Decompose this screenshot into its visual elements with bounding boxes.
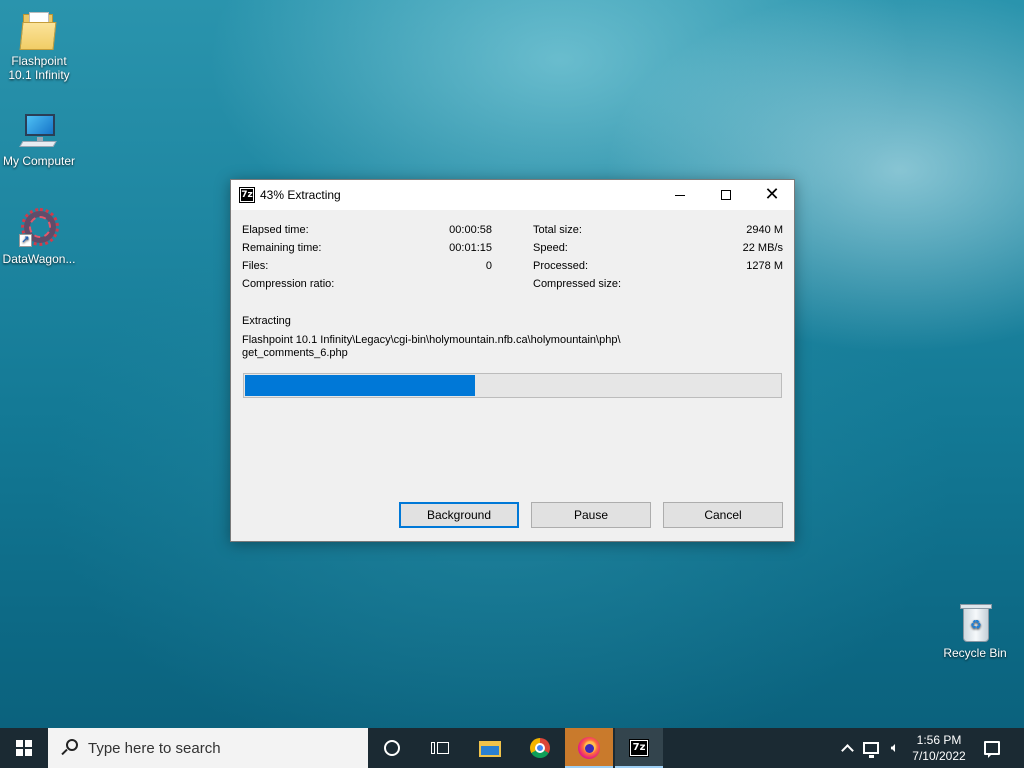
cortana-button[interactable] — [368, 728, 416, 768]
files-value: 0 — [485, 260, 492, 272]
chevron-up-icon — [840, 744, 854, 757]
background-button[interactable]: Background — [399, 502, 519, 528]
desktop-icon-my-computer[interactable]: My Computer — [0, 110, 78, 168]
desktop-icon-datawagon[interactable]: ↗ DataWagon... — [0, 208, 78, 266]
total-size-label: Total size: — [533, 224, 582, 236]
datawagon-icon: ↗ — [19, 208, 59, 248]
taskbar-chrome[interactable] — [516, 728, 564, 768]
action-center-button[interactable] — [978, 728, 1006, 768]
firefox-icon — [578, 737, 600, 759]
file-explorer-icon — [479, 739, 501, 757]
start-button[interactable] — [0, 728, 48, 768]
pause-button[interactable]: Pause — [531, 502, 651, 528]
show-hidden-icons-button[interactable] — [836, 728, 858, 768]
current-file-path-line2: get_comments_6.php — [242, 347, 348, 359]
search-box[interactable]: Type here to search — [48, 728, 368, 768]
computer-icon — [19, 110, 59, 150]
compression-ratio-label: Compression ratio: — [242, 278, 335, 290]
folder-icon — [19, 10, 59, 50]
recycle-bin-icon: ♻ — [955, 602, 995, 642]
processed-value: 1278 M — [746, 260, 783, 272]
cancel-button[interactable]: Cancel — [663, 502, 783, 528]
desktop-icon-label: Flashpoint 10.1 Infinity — [8, 54, 70, 82]
task-view-button[interactable] — [416, 728, 464, 768]
close-button[interactable]: ✕ — [749, 180, 795, 210]
total-size-value: 2940 M — [746, 224, 783, 236]
remaining-time-label: Remaining time: — [242, 242, 322, 254]
7zip-app-icon[interactable]: 7z — [239, 187, 255, 203]
desktop-icon-label: DataWagon... — [2, 252, 76, 266]
clock-time: 1:56 PM — [916, 733, 962, 747]
speed-label: Speed: — [533, 242, 568, 254]
search-icon — [60, 738, 80, 758]
notification-icon — [984, 741, 1000, 758]
taskbar-7zip[interactable]: 7z — [615, 728, 663, 768]
desktop-icon-label: My Computer — [2, 154, 76, 168]
minimize-button[interactable] — [657, 180, 703, 210]
maximize-icon — [721, 190, 731, 200]
shortcut-arrow-icon: ↗ — [19, 234, 32, 247]
window-title: 43% Extracting — [260, 188, 341, 202]
processed-label: Processed: — [533, 260, 589, 272]
cortana-icon — [384, 740, 400, 756]
progress-bar — [243, 373, 782, 398]
clock[interactable]: 1:56 PM 7/10/2022 — [900, 732, 978, 764]
compressed-size-label: Compressed size: — [533, 278, 622, 290]
desktop-icon-label: Recycle Bin — [943, 646, 1007, 660]
taskbar-file-explorer[interactable] — [466, 728, 514, 768]
minimize-icon — [675, 194, 685, 196]
clock-date: 7/10/2022 — [912, 749, 966, 763]
desktop-icon-recycle-bin[interactable]: ♻ Recycle Bin — [936, 602, 1014, 660]
desktop-icon-flashpoint[interactable]: Flashpoint 10.1 Infinity — [0, 10, 78, 82]
network-icon — [863, 742, 879, 758]
search-placeholder: Type here to search — [88, 739, 221, 757]
elapsed-time-label: Elapsed time: — [242, 224, 309, 236]
taskbar: Type here to search 7z 🔈︎ 1:56 PM 7/10/2… — [0, 728, 1024, 768]
speed-value: 22 MB/s — [742, 242, 783, 254]
chrome-icon — [530, 738, 550, 758]
elapsed-time-value: 00:00:58 — [449, 224, 492, 236]
operation-label: Extracting — [242, 315, 291, 327]
windows-logo-icon — [16, 740, 32, 756]
remaining-time-value: 00:01:15 — [449, 242, 492, 254]
maximize-button[interactable] — [703, 180, 749, 210]
close-icon: ✕ — [764, 184, 780, 205]
progress-fill — [245, 375, 475, 396]
7zip-icon: 7z — [629, 739, 649, 757]
title-bar[interactable]: 7z 43% Extracting ✕ — [231, 180, 794, 210]
files-label: Files: — [242, 260, 269, 272]
taskbar-firefox[interactable] — [565, 728, 613, 768]
task-view-icon — [431, 740, 449, 756]
extract-dialog: 7z 43% Extracting ✕ Elapsed time: 00:00:… — [230, 179, 795, 542]
network-button[interactable] — [860, 728, 882, 768]
current-file-path-line1: Flashpoint 10.1 Infinity\Legacy\cgi-bin\… — [242, 334, 621, 346]
volume-icon: 🔈︎ — [890, 740, 900, 756]
current-file-path: Flashpoint 10.1 Infinity\Legacy\cgi-bin\… — [242, 334, 662, 360]
